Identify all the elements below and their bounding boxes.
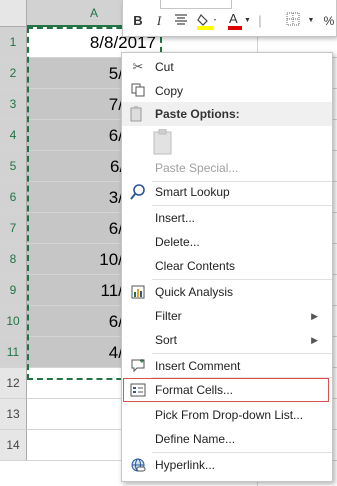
row-header[interactable]: 10 — [0, 306, 27, 337]
menu-item-label: Insert... — [155, 211, 196, 225]
select-all-corner[interactable] — [0, 0, 27, 27]
menu-item-cut[interactable]: ✂ Cut — [122, 55, 332, 79]
menu-item-insert-comment[interactable]: Insert Comment — [122, 354, 332, 378]
submenu-arrow-icon: ▶ — [311, 311, 318, 321]
row-header[interactable]: 4 — [0, 120, 27, 151]
row-header[interactable]: 9 — [0, 275, 27, 306]
menu-item-label: Insert Comment — [155, 359, 241, 373]
dropdown-arrow-icon: ▼ — [244, 17, 251, 24]
font-color-swatch — [228, 26, 242, 30]
row-header[interactable]: 6 — [0, 182, 27, 213]
paste-options-label: Paste Options: — [155, 107, 240, 121]
menu-item-label: Cut — [155, 60, 174, 74]
toolbar-separator: | — [258, 13, 262, 28]
paste-icon — [130, 106, 144, 127]
menu-item-label: Format Cells... — [155, 383, 234, 397]
italic-button[interactable]: I — [153, 12, 165, 30]
menu-item-label: Clear Contents — [155, 259, 236, 273]
row-header[interactable]: 14 — [0, 430, 27, 461]
borders-icon[interactable] — [283, 12, 303, 30]
menu-item-delete[interactable]: Delete... — [122, 230, 332, 254]
menu-item-clear-contents[interactable]: Clear Contents — [122, 254, 332, 278]
menu-item-sort[interactable]: Sort ▶ — [122, 328, 332, 352]
menu-item-insert[interactable]: Insert... — [122, 206, 332, 230]
row-header[interactable]: 5 — [0, 151, 27, 182]
row-header[interactable]: 2 — [0, 58, 27, 89]
comment-icon — [130, 358, 146, 374]
row-header[interactable]: 8 — [0, 244, 27, 275]
row-header[interactable]: 1 — [0, 27, 27, 58]
menu-item-copy[interactable]: Copy — [122, 79, 332, 103]
menu-item-filter[interactable]: Filter ▶ — [122, 304, 332, 328]
percent-style-button[interactable]: % — [321, 12, 337, 30]
menu-item-label: Paste Special... — [155, 161, 239, 175]
bold-button[interactable]: B — [131, 12, 145, 30]
menu-item-label: Copy — [155, 84, 184, 98]
menu-item-label: Filter — [155, 309, 182, 323]
menu-item-hyperlink[interactable]: Hyperlink... — [122, 453, 332, 477]
borders-dropdown-icon[interactable]: ▼ — [307, 12, 315, 30]
menu-item-quick-analysis[interactable]: Quick Analysis — [122, 280, 332, 304]
quick-analysis-icon — [130, 284, 146, 300]
menu-item-pick-dropdown[interactable]: Pick From Drop-down List... — [122, 403, 332, 427]
font-color-button[interactable]: A ▼ — [227, 11, 251, 30]
mini-toolbar: B I A ▼ | ▼ % — [122, 0, 337, 37]
row-header[interactable]: 3 — [0, 89, 27, 120]
menu-item-label: Quick Analysis — [155, 285, 234, 299]
menu-item-label: Delete... — [155, 235, 200, 249]
submenu-arrow-icon: ▶ — [311, 335, 318, 345]
menu-item-label: Hyperlink... — [155, 458, 216, 472]
menu-item-define-name[interactable]: Define Name... — [122, 427, 332, 451]
paste-options-header: Paste Options: — [122, 102, 332, 126]
menu-item-paste-special[interactable]: Paste Special... — [122, 156, 332, 180]
menu-item-label: Smart Lookup — [155, 185, 230, 199]
copy-icon — [130, 83, 146, 99]
align-center-icon[interactable] — [173, 12, 189, 30]
hyperlink-icon — [130, 457, 146, 473]
menu-item-smart-lookup[interactable]: Smart Lookup — [122, 180, 332, 204]
menu-item-format-cells[interactable]: Format Cells... — [122, 378, 332, 402]
row-header[interactable]: 7 — [0, 213, 27, 244]
row-header[interactable]: 12 — [0, 368, 27, 399]
row-header[interactable]: 13 — [0, 399, 27, 430]
context-menu: ✂ Cut Copy Paste Options: Paste Special.… — [121, 52, 333, 482]
row-header[interactable]: 11 — [0, 337, 27, 368]
scissors-icon: ✂ — [132, 59, 144, 74]
smart-lookup-icon — [130, 184, 146, 200]
fill-color-button[interactable] — [196, 12, 218, 30]
menu-item-label: Sort — [155, 333, 178, 347]
paste-clipboard-icon[interactable] — [152, 128, 174, 155]
menu-item-label: Pick From Drop-down List... — [155, 408, 304, 422]
font-name-box[interactable] — [160, 0, 232, 9]
menu-item-label: Define Name... — [155, 432, 236, 446]
format-cells-icon — [130, 382, 146, 398]
